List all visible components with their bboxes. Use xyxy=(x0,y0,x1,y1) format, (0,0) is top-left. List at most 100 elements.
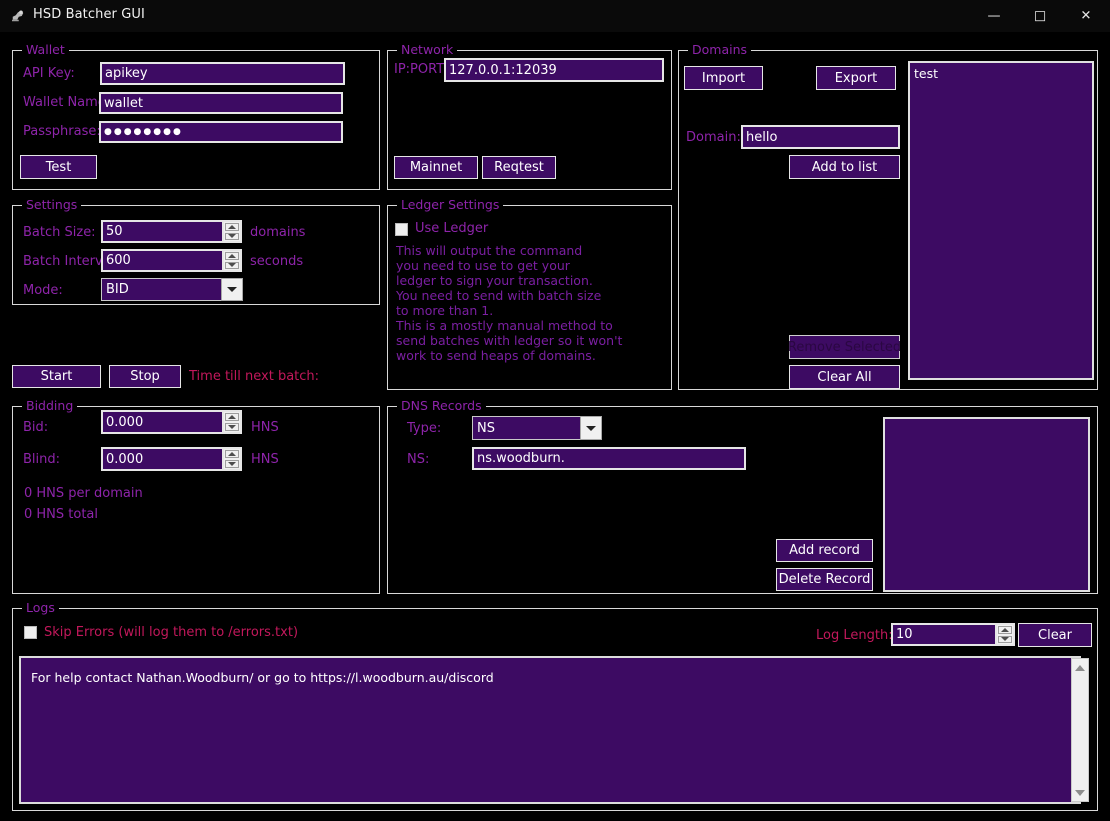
mainnet-button[interactable]: Mainnet xyxy=(394,156,478,179)
skip-errors-label: Skip Errors (will log them to /errors.tx… xyxy=(44,625,299,640)
use-ledger-checkbox[interactable] xyxy=(395,223,408,236)
scroll-up-button[interactable] xyxy=(1072,659,1088,676)
batch-size-value: 50 xyxy=(106,224,123,239)
minimize-button[interactable]: — xyxy=(971,0,1017,32)
app-icon xyxy=(12,10,24,22)
scroll-down-button[interactable] xyxy=(1072,784,1088,801)
bid-stepper[interactable]: 0.000 xyxy=(101,410,242,434)
batch-size-stepper[interactable]: 50 xyxy=(101,220,242,243)
batch-size-increment[interactable] xyxy=(225,223,239,231)
blind-label: Blind: xyxy=(23,452,61,467)
stop-button[interactable]: Stop xyxy=(109,365,181,388)
delete-record-button[interactable]: Delete Record xyxy=(776,568,873,591)
passphrase-label: Passphrase: xyxy=(23,124,101,139)
mainnet-button-label: Mainnet xyxy=(409,160,463,175)
ipport-input[interactable]: 127.0.0.1:12039 xyxy=(444,58,664,82)
wallet-name-value: wallet xyxy=(104,95,143,111)
close-button[interactable]: ✕ xyxy=(1063,0,1109,32)
api-key-input[interactable]: apikey xyxy=(100,62,345,85)
dns-records-list[interactable] xyxy=(883,417,1090,592)
dns-ns-input[interactable]: ns.woodburn. xyxy=(472,447,746,470)
dns-ns-label: NS: xyxy=(407,452,430,467)
log-length-label: Log Length: xyxy=(816,628,893,643)
list-item[interactable]: test xyxy=(914,66,1088,81)
api-key-label: API Key: xyxy=(23,66,75,81)
batch-size-decrement[interactable] xyxy=(225,232,239,240)
log-scrollbar[interactable] xyxy=(1071,658,1089,802)
ledger-group: Ledger Settings Use Ledger This will out… xyxy=(387,197,672,390)
bid-increment[interactable] xyxy=(225,413,239,421)
clear-all-button-label: Clear All xyxy=(817,369,872,385)
log-length-stepper[interactable]: 10 xyxy=(891,623,1015,646)
passphrase-value: ●●●●●●●● xyxy=(104,127,183,137)
domain-input[interactable]: hello xyxy=(741,125,900,149)
bidding-group: Bidding Bid: 0.000 HNS Blind: 0.000 HNS … xyxy=(12,398,380,594)
wallet-group-title: Wallet xyxy=(22,42,69,57)
clear-logs-button-label: Clear xyxy=(1038,627,1072,643)
remove-selected-button-label: Remove Selected xyxy=(787,339,902,355)
export-button[interactable]: Export xyxy=(816,66,896,90)
log-output[interactable]: For help contact Nathan.Woodburn/ or go … xyxy=(19,656,1081,804)
clear-logs-button[interactable]: Clear xyxy=(1018,623,1092,647)
close-icon: ✕ xyxy=(1080,8,1092,24)
batch-interval-value: 600 xyxy=(106,253,131,268)
remove-selected-button[interactable]: Remove Selected xyxy=(787,335,902,359)
dns-records-group-title: DNS Records xyxy=(397,398,486,413)
clear-all-button[interactable]: Clear All xyxy=(789,365,900,389)
blind-decrement[interactable] xyxy=(225,460,239,468)
import-button[interactable]: Import xyxy=(684,66,763,90)
blind-increment[interactable] xyxy=(225,450,239,458)
hns-total: 0 HNS total xyxy=(24,507,99,522)
chevron-down-icon xyxy=(586,425,596,431)
batch-interval-increment[interactable] xyxy=(225,252,239,260)
regtest-button[interactable]: Reqtest xyxy=(482,156,556,179)
domains-list[interactable]: test xyxy=(908,61,1094,380)
mode-select[interactable]: BID xyxy=(101,278,243,301)
logs-group: Logs Skip Errors (will log them to /erro… xyxy=(12,600,1098,811)
dns-type-value: NS xyxy=(477,420,495,436)
wallet-name-input[interactable]: wallet xyxy=(99,92,343,114)
blind-unit: HNS xyxy=(251,452,279,467)
test-button[interactable]: Test xyxy=(20,155,97,179)
domains-group: Domains Import Export Domain: hello Add … xyxy=(678,42,1098,390)
add-record-button-label: Add record xyxy=(789,543,860,558)
minimize-icon: — xyxy=(987,8,1001,24)
blind-value: 0.000 xyxy=(106,451,144,467)
maximize-icon: □ xyxy=(1033,8,1047,24)
mode-value: BID xyxy=(106,282,129,297)
blind-stepper[interactable]: 0.000 xyxy=(101,447,242,471)
dns-type-label: Type: xyxy=(407,421,442,436)
wallet-name-label: Wallet Name: xyxy=(23,95,111,110)
add-to-list-button[interactable]: Add to list xyxy=(789,155,900,179)
dns-ns-value: ns.woodburn. xyxy=(477,451,565,466)
skip-errors-checkbox[interactable] xyxy=(24,626,37,639)
batch-size-label: Batch Size: xyxy=(23,225,96,240)
bid-label: Bid: xyxy=(23,420,49,435)
dns-type-select[interactable]: NS xyxy=(472,416,602,440)
domain-label: Domain: xyxy=(686,130,741,145)
bid-decrement[interactable] xyxy=(225,423,239,431)
maximize-button[interactable]: □ xyxy=(1017,0,1063,32)
log-length-increment[interactable] xyxy=(998,626,1012,634)
network-group: Network IP:PORT 127.0.0.1:12039 Mainnet … xyxy=(387,42,672,190)
window-title: HSD Batcher GUI xyxy=(33,7,145,22)
add-to-list-button-label: Add to list xyxy=(811,159,878,175)
dns-records-group: DNS Records Type: NS NS: ns.woodburn. Ad… xyxy=(387,398,1098,594)
delete-record-button-label: Delete Record xyxy=(778,572,871,587)
add-record-button[interactable]: Add record xyxy=(776,539,873,562)
mode-label: Mode: xyxy=(23,283,63,298)
mode-dropdown-button[interactable] xyxy=(221,278,243,301)
dns-type-dropdown-button[interactable] xyxy=(580,416,602,440)
passphrase-input[interactable]: ●●●●●●●● xyxy=(99,121,343,143)
ipport-label: IP:PORT xyxy=(394,62,445,77)
batch-interval-stepper[interactable]: 600 xyxy=(101,249,242,272)
log-length-decrement[interactable] xyxy=(998,635,1012,643)
timer-label: Time till next batch: xyxy=(189,369,320,384)
batch-interval-decrement[interactable] xyxy=(225,261,239,269)
use-ledger-label: Use Ledger xyxy=(415,221,489,236)
import-button-label: Import xyxy=(701,70,746,86)
bidding-group-title: Bidding xyxy=(22,398,78,413)
logs-group-title: Logs xyxy=(22,600,59,615)
domain-value: hello xyxy=(746,129,778,145)
start-button[interactable]: Start xyxy=(12,365,101,388)
